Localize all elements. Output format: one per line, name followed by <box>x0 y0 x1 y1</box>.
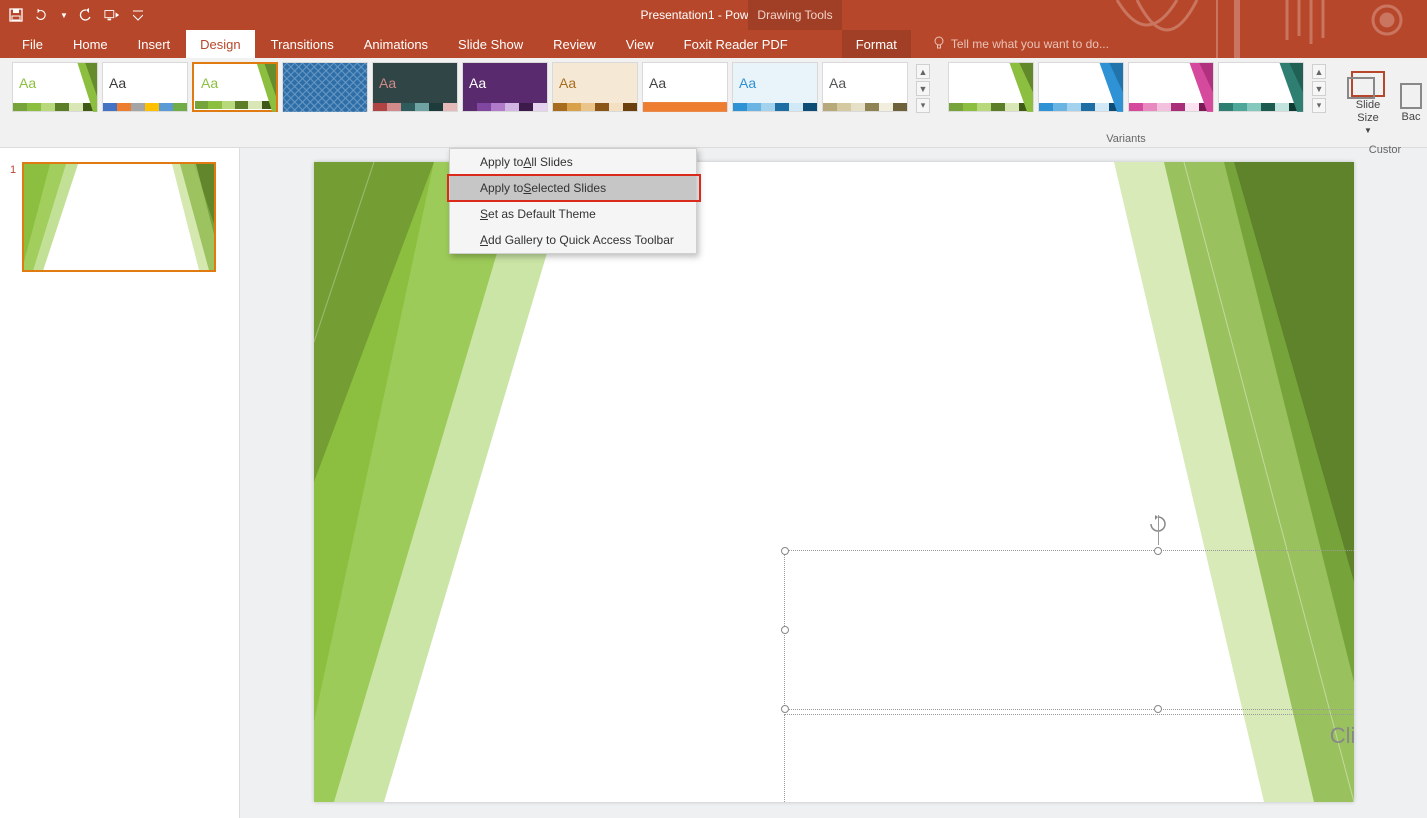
tab-format[interactable]: Format <box>842 30 911 58</box>
variants-gallery <box>948 62 1304 112</box>
themes-scroll-up[interactable]: ▲ <box>916 64 930 79</box>
lightbulb-icon <box>933 36 945 53</box>
slide-thumbnail-wrap: 1 <box>10 162 229 272</box>
tab-review[interactable]: Review <box>539 30 610 58</box>
slide-number: 1 <box>10 162 16 176</box>
variants-scroll-down[interactable]: ▼ <box>1312 81 1326 96</box>
slide-canvas-area: Click to add subtitle <box>240 148 1427 818</box>
theme-thumb-office[interactable]: Aa <box>102 62 188 112</box>
slide-thumbnail-facet <box>24 164 216 272</box>
theme-thumb-retrospect[interactable]: Aa <box>642 62 728 112</box>
contextual-tab-group: Drawing Tools <box>748 0 842 30</box>
resize-handle[interactable] <box>781 547 789 555</box>
subtitle-placeholder[interactable]: Click to add subtitle <box>784 714 1354 802</box>
tab-file[interactable]: File <box>8 30 57 58</box>
workarea: 1 <box>0 148 1427 818</box>
variants-scroll-up[interactable]: ▲ <box>1312 64 1326 79</box>
slides-panel: 1 <box>0 148 240 818</box>
variants-more-button[interactable]: ▾ <box>1312 98 1326 113</box>
context-menu-item[interactable]: Add Gallery to Quick Access Toolbar <box>450 227 696 253</box>
resize-handle[interactable] <box>1154 547 1162 555</box>
slide-thumbnail[interactable] <box>22 162 216 272</box>
slide-size-label: Slide Size <box>1356 99 1380 123</box>
titlebar: ▼ Presentation1 - PowerPoint Drawing Too… <box>0 0 1427 30</box>
tab-transitions[interactable]: Transitions <box>257 30 348 58</box>
format-background-button[interactable]: Bac <box>1396 62 1426 144</box>
theme-thumb-slice[interactable]: Aa <box>732 62 818 112</box>
themes-scroll: ▲ ▼ ▾ <box>916 64 930 113</box>
tab-design[interactable]: Design <box>186 30 254 58</box>
variants-group: Variants <box>942 62 1310 147</box>
customize-group: Slide Size ▼ Bac Custor <box>1338 62 1427 147</box>
customize-qat-icon[interactable] <box>130 7 146 23</box>
theme-thumb-facet-green-sel[interactable]: Aa <box>192 62 278 112</box>
resize-handle[interactable] <box>781 626 789 634</box>
tab-view[interactable]: View <box>612 30 668 58</box>
subtitle-placeholder-text: Click to add subtitle <box>1330 723 1354 749</box>
slide-size-icon <box>1351 71 1385 97</box>
save-icon[interactable] <box>8 7 24 23</box>
themes-group: AaAaAaAaAaAaAaAaAaAa <box>6 62 914 147</box>
themes-more-button[interactable]: ▾ <box>916 98 930 113</box>
theme-thumb-wisp[interactable]: Aa <box>822 62 908 112</box>
title-placeholder[interactable] <box>784 550 1354 710</box>
window-title: Presentation1 - PowerPoint <box>0 8 1427 22</box>
redo-icon[interactable] <box>78 7 94 23</box>
variant-thumb-var-pink[interactable] <box>1128 62 1214 112</box>
tab-home[interactable]: Home <box>59 30 122 58</box>
theme-thumb-integral[interactable]: Aa <box>282 62 368 112</box>
variants-scroll: ▲ ▼ ▾ <box>1312 64 1326 113</box>
variant-thumb-var-green[interactable] <box>948 62 1034 112</box>
undo-dropdown-icon[interactable]: ▼ <box>60 7 68 23</box>
tab-insert[interactable]: Insert <box>124 30 185 58</box>
tell-me[interactable] <box>933 30 1171 58</box>
context-menu-item[interactable]: Apply to Selected Slides <box>450 175 696 201</box>
themes-scroll-down[interactable]: ▼ <box>916 81 930 96</box>
slide-size-button[interactable]: Slide Size ▼ <box>1344 62 1392 144</box>
theme-context-menu: Apply to All SlidesApply to Selected Sli… <box>449 148 697 254</box>
tell-me-input[interactable] <box>951 37 1171 51</box>
theme-thumb-facet-green[interactable]: Aa <box>12 62 98 112</box>
slide-canvas[interactable]: Click to add subtitle <box>314 162 1354 802</box>
rotate-connector <box>1158 515 1159 545</box>
variant-thumb-var-blue[interactable] <box>1038 62 1124 112</box>
theme-thumb-ion-dark[interactable]: Aa <box>372 62 458 112</box>
theme-thumb-organic[interactable]: Aa <box>552 62 638 112</box>
quick-access-toolbar: ▼ <box>0 7 146 23</box>
tab-slideshow[interactable]: Slide Show <box>444 30 537 58</box>
format-background-icon <box>1400 83 1422 109</box>
variant-thumb-var-teal[interactable] <box>1218 62 1304 112</box>
theme-thumb-ion-purple[interactable]: Aa <box>462 62 548 112</box>
tab-animations[interactable]: Animations <box>350 30 442 58</box>
context-menu-item[interactable]: Apply to All Slides <box>450 149 696 175</box>
resize-handle[interactable] <box>1154 705 1162 713</box>
undo-icon[interactable] <box>34 7 50 23</box>
themes-gallery: AaAaAaAaAaAaAaAaAaAa <box>12 62 908 112</box>
resize-handle[interactable] <box>781 705 789 713</box>
format-background-label: Bac <box>1402 111 1421 123</box>
variants-label: Variants <box>1106 133 1146 147</box>
start-from-beginning-icon[interactable] <box>104 7 120 23</box>
ribbon-design: AaAaAaAaAaAaAaAaAaAa ▲ ▼ ▾ Variants ▲ ▼ … <box>0 58 1427 148</box>
context-menu-item[interactable]: Set as Default Theme <box>450 201 696 227</box>
ribbon-tabs: File Home Insert Design Transitions Anim… <box>0 30 1427 58</box>
tab-foxit[interactable]: Foxit Reader PDF <box>670 30 802 58</box>
